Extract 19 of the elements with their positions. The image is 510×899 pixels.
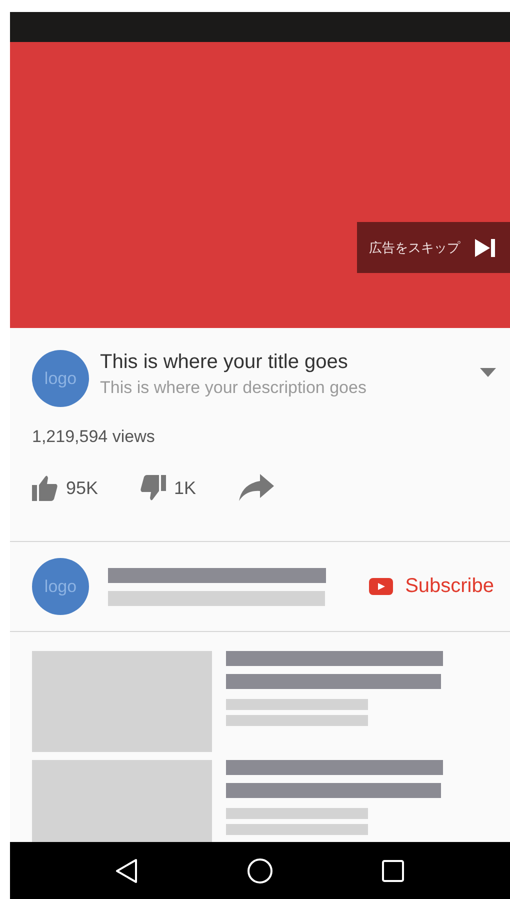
recent-apps-icon[interactable]	[380, 858, 406, 884]
back-icon[interactable]	[114, 858, 140, 884]
dislike-count: 1K	[174, 478, 196, 498]
video-description: This is where your description goes	[100, 378, 368, 398]
skip-ad-button[interactable]: 広告をスキップ	[357, 222, 510, 273]
video-title: This is where your title goes	[100, 351, 349, 374]
like-count: 95K	[66, 478, 98, 498]
share-arrow-icon[interactable]	[238, 474, 274, 502]
thumbs-down-icon[interactable]	[140, 473, 166, 503]
video-player[interactable]: 広告をスキップ	[10, 42, 510, 328]
subscribe-button[interactable]: Subscribe	[369, 575, 494, 598]
home-icon[interactable]	[246, 858, 273, 884]
thumbnail-placeholder[interactable]	[32, 760, 212, 842]
skip-icon	[474, 236, 496, 258]
thumbs-up-icon[interactable]	[32, 473, 58, 503]
view-count: 1,219,594 views	[32, 427, 156, 447]
dropdown-caret-icon[interactable]	[480, 368, 496, 377]
play-icon	[369, 578, 394, 595]
thumbnail-placeholder[interactable]	[32, 651, 212, 752]
